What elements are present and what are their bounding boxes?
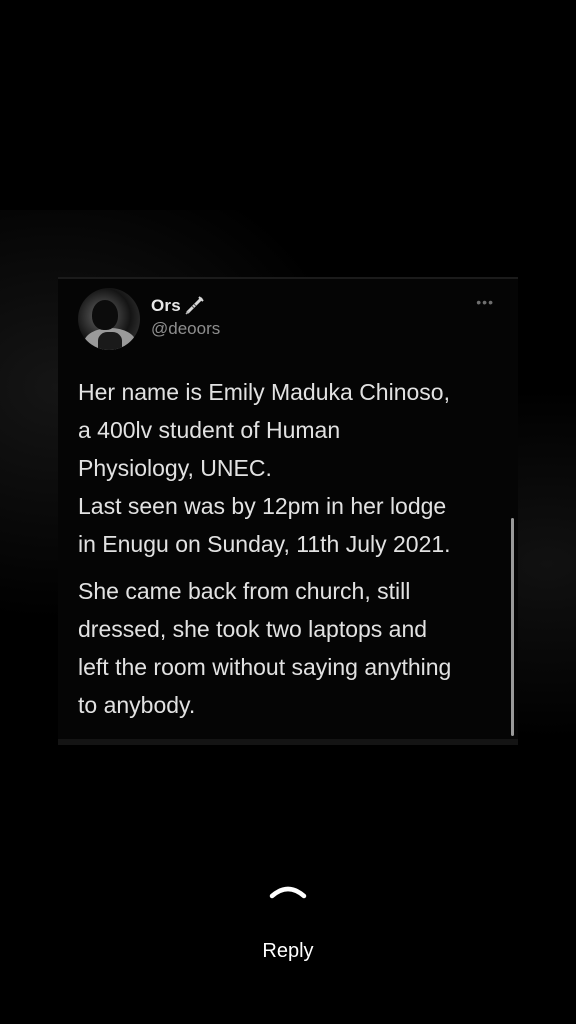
chevron-up-icon[interactable]: [268, 880, 308, 900]
tweet-line: dressed, she took two laptops and: [78, 616, 428, 642]
display-name: Ors: [151, 296, 181, 315]
tweet-line: Her name is Emily Maduka Chinoso,: [78, 379, 450, 405]
syringe-icon: [184, 294, 206, 316]
story-viewer: Ors @deoors ••• Her name is Emily Maduka…: [0, 0, 576, 1024]
tweet-line: Last seen was by 12pm in her lodge: [78, 493, 447, 519]
tweet-line: to anybody.: [78, 692, 196, 718]
more-horizontal-icon: •••: [476, 294, 494, 310]
user-handle: @deoors: [151, 319, 221, 338]
reply-label[interactable]: Reply: [0, 940, 576, 963]
scrollbar[interactable]: [511, 518, 514, 736]
reply-button[interactable]: Reply: [0, 872, 576, 972]
tweet-line: She came back from church, still: [78, 578, 411, 604]
tweet-paragraph-1: Her name is Emily Maduka Chinoso, a 400l…: [78, 373, 508, 563]
avatar: [78, 288, 140, 350]
tweet-paragraph-2: She came back from church, still dressed…: [78, 572, 508, 724]
tweet-line: Physiology, UNEC.: [78, 455, 272, 481]
avatar-face: [92, 300, 118, 330]
tweet-line: a 400lv student of Human: [78, 417, 341, 443]
tweet-line: in Enugu on Sunday, 11th July 2021.: [78, 531, 451, 557]
tweet-screenshot: Ors @deoors ••• Her name is Emily Maduka…: [58, 277, 518, 745]
tweet-text: Her name is Emily Maduka Chinoso, a 400l…: [78, 373, 508, 724]
tweet-line: left the room without saying anything: [78, 654, 452, 680]
avatar-shirt: [98, 332, 122, 350]
